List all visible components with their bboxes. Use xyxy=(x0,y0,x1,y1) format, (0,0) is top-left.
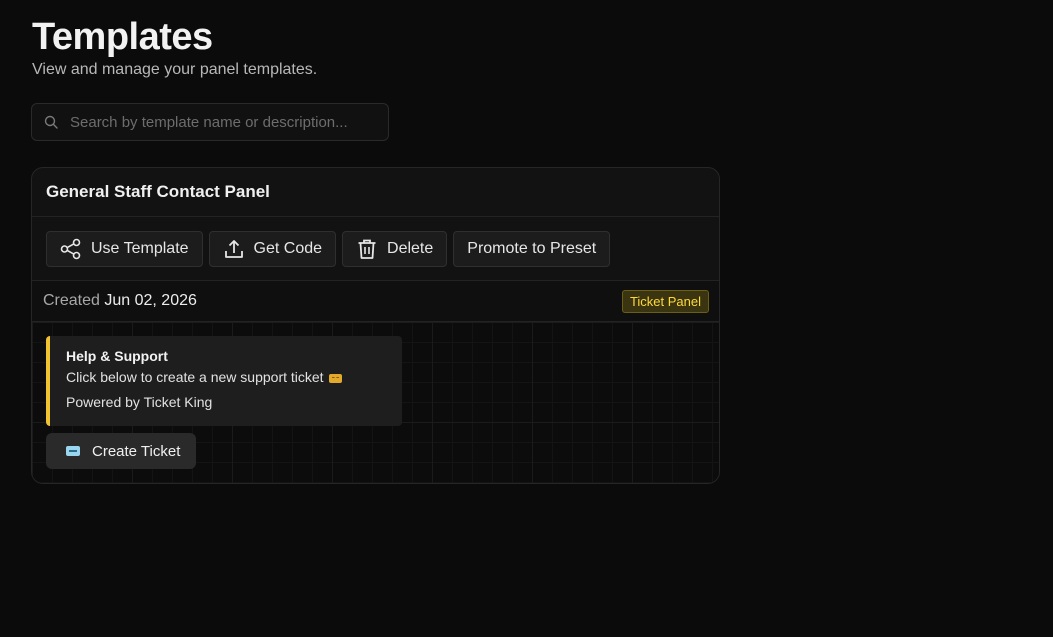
ticket-icon xyxy=(66,446,80,456)
upload-icon xyxy=(224,239,243,258)
page-title: Templates xyxy=(32,16,213,58)
template-meta: Created Jun 02, 2026 Ticket Panel xyxy=(32,281,719,322)
search-box[interactable] xyxy=(31,103,389,141)
create-ticket-button[interactable]: Create Ticket xyxy=(46,433,197,469)
panel-preview: Help & Support Click below to create a n… xyxy=(32,322,719,483)
embed-description-row: Click below to create a new support tick… xyxy=(66,365,402,390)
get-code-button[interactable]: Get Code xyxy=(208,230,337,267)
create-ticket-label: Create Ticket xyxy=(92,442,181,460)
embed-title: Help & Support xyxy=(66,348,168,364)
embed-footer: Powered by Ticket King xyxy=(66,394,213,410)
promote-label: Promote to Preset xyxy=(467,239,597,257)
get-code-label: Get Code xyxy=(253,239,323,257)
trash-icon xyxy=(358,239,376,259)
use-template-label: Use Template xyxy=(91,239,189,257)
promote-to-preset-button[interactable]: Promote to Preset xyxy=(453,230,611,267)
created-info: Created Jun 02, 2026 xyxy=(43,292,197,310)
page-subtitle: View and manage your panel templates. xyxy=(32,61,318,78)
share-icon xyxy=(60,238,81,259)
delete-label: Delete xyxy=(387,239,434,257)
search-input[interactable] xyxy=(68,112,372,132)
template-actions: Use Template Get Code Delete Promote to … xyxy=(32,217,719,281)
page-header: Templates View and manage your panel tem… xyxy=(32,14,317,80)
embed-preview: Help & Support Click below to create a n… xyxy=(46,336,402,426)
template-type-badge: Ticket Panel xyxy=(621,289,709,313)
created-date: Jun 02, 2026 xyxy=(104,292,197,309)
template-card: General Staff Contact Panel Use Template… xyxy=(31,167,720,484)
use-template-button[interactable]: Use Template xyxy=(46,230,203,267)
template-name: General Staff Contact Panel xyxy=(32,168,719,217)
search-icon xyxy=(44,115,58,129)
delete-button[interactable]: Delete xyxy=(342,230,448,267)
ticket-emoji-icon xyxy=(328,373,342,383)
embed-description: Click below to create a new support tick… xyxy=(66,369,324,385)
created-label: Created xyxy=(43,292,100,309)
